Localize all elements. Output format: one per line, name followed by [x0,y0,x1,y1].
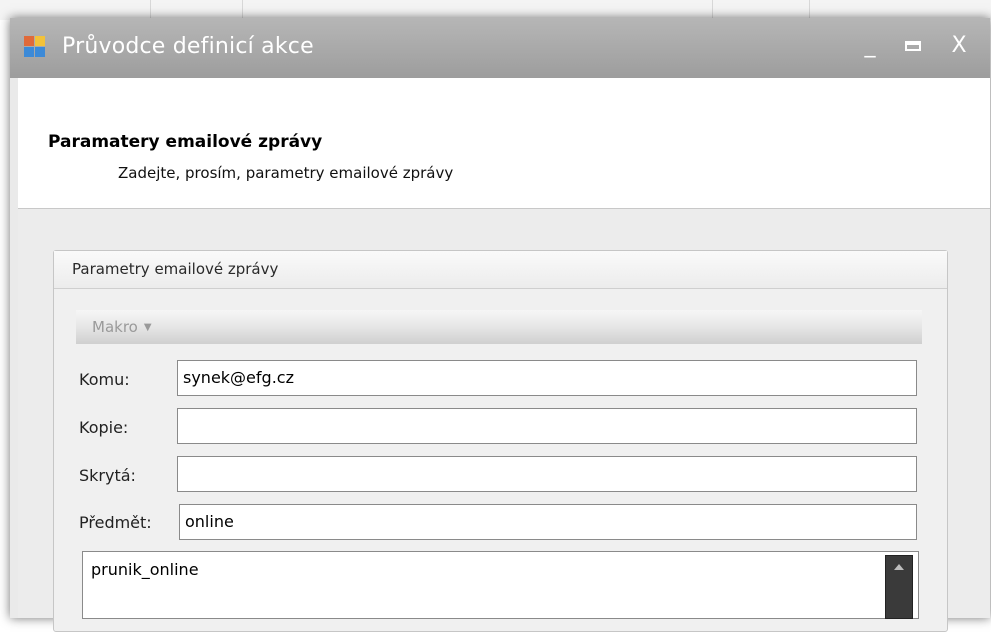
close-icon[interactable]: X [944,32,974,60]
window-title: Průvodce definicí akce [62,34,314,59]
maximize-icon[interactable] [898,32,928,60]
page-subtitle: Zadejte, prosím, parametry emailové zprá… [118,164,454,182]
page-title: Paramatery emailové zprávy [48,132,323,152]
to-field[interactable]: synek@efg.cz [177,360,917,396]
app-icon [24,36,46,58]
message-body-textarea[interactable]: prunik_online [82,551,919,619]
background-app-strip [0,0,991,20]
bcc-label: Skrytá: [79,466,136,485]
subject-label: Předmět: [79,513,152,532]
chevron-down-icon: ▼ [143,322,152,333]
group-title: Parametry emailové zprávy [72,260,279,278]
macro-dropdown-button[interactable]: Makro ▼ [92,318,152,336]
wizard-header: Paramatery emailové zprávy Zadejte, pros… [18,78,990,209]
background-cell [712,0,810,20]
group-header: Parametry emailové zprávy [54,251,947,289]
macro-toolbar: Makro ▼ [76,310,922,344]
to-label: Komu: [79,370,130,389]
cc-field[interactable] [177,408,917,444]
message-body-text: prunik_online [91,560,199,579]
bcc-field[interactable] [177,456,917,492]
cc-label: Kopie: [79,418,129,437]
background-cell [242,0,713,20]
background-cell [150,0,243,20]
title-bar[interactable]: Průvodce definicí akce _ X [10,18,990,78]
background-cell [0,0,151,20]
subject-field[interactable]: online [179,504,917,540]
scroll-up-icon[interactable] [894,564,904,570]
minimize-icon[interactable]: _ [855,32,885,60]
body-scrollbar[interactable] [885,555,913,619]
macro-label: Makro [92,318,138,336]
